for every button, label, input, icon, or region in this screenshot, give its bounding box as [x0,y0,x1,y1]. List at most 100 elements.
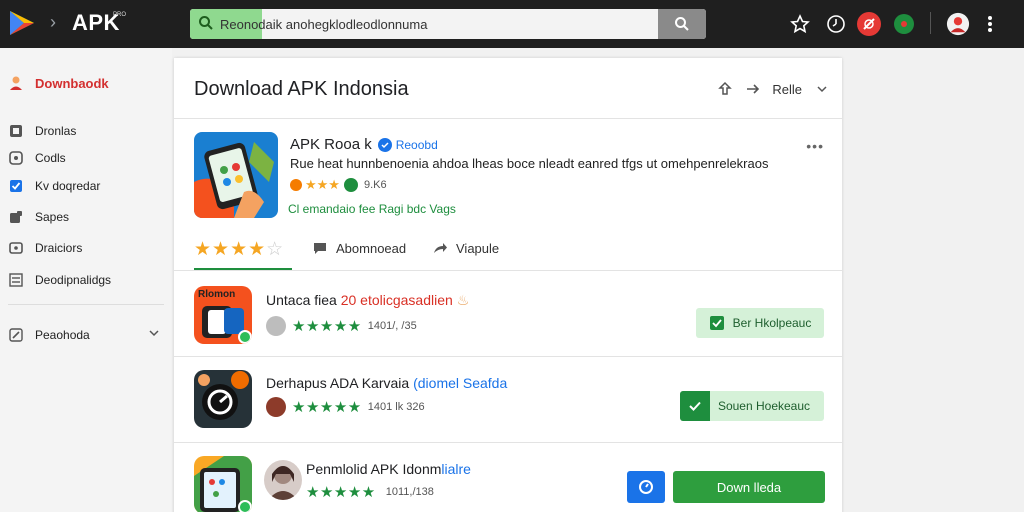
clock-icon[interactable] [824,12,848,36]
sidebar-item-label: Draiciors [35,241,83,255]
more-horiz-icon[interactable]: ••• [806,138,824,154]
list-item-2-stats: 1401 lk 326 [367,401,425,413]
featured-app-meta: ★★★ 9.K6 [290,177,387,193]
list-item-3-title[interactable]: Penmlolid APK Idonmlialre [306,461,471,477]
list-item-3-button-label: Down lleda [716,479,782,495]
featured-app-link[interactable]: Cl emandaio fee Ragi bdc Vags [288,202,456,216]
list-item-3-meta: ★★★★★ 1011,/138 [300,483,434,501]
check-icon [709,316,724,330]
featured-app-description: Rue heat hunnbenoenia ahdoa lheas boce n… [290,156,769,171]
list-item-3-title-highlight: lialre [441,461,471,477]
search-bar [190,9,706,39]
panel-actions: Relle [706,80,828,98]
tab-download-label: Abomnoead [336,240,407,256]
verified-check-icon [377,137,392,152]
check-icon [8,178,24,194]
app-logo-icon[interactable] [8,9,36,37]
main-panel: Download APK Indonsia Relle APK Rooa k R… [174,58,842,512]
rating-badge-icon [290,179,302,191]
list-icon [8,272,24,288]
list-item-2-meta: ★★★★★ 1401 lk 326 [266,397,425,417]
sidebar-header-downloads[interactable]: Downbaodk [8,72,164,94]
featured-app-name: APK Rooa k [290,136,372,153]
list-item-3-download-button[interactable]: Down lleda [673,471,825,503]
list-item-2-title[interactable]: Derhapus ADA Karvaia (diomel Seafda [266,375,507,391]
list-item-1-action-button[interactable]: Ber Hkolpeauc [696,308,824,338]
sidebar-divider [8,304,164,305]
star-rating-icon: ★★★ [305,177,340,192]
header-divider [174,118,842,119]
sidebar-header-label: Downbaodk [35,75,109,91]
sidebar-item-4[interactable]: Sapes [8,206,164,228]
list-item-2-title-primary: Derhapus ADA Karvaia [266,375,410,391]
verified-badge-icon [238,500,252,512]
sidebar-item-3[interactable]: Kv doqredar [8,175,164,197]
profile-avatar-icon[interactable] [946,12,970,36]
star-rating-icon: ★★★★★ [306,484,376,501]
star-rating-icon: ★★★★★ [292,318,362,335]
blocked-icon[interactable] [857,12,881,36]
page-title: Download APK Indonsia [194,78,409,100]
featured-rating-text: 9.K6 [363,179,387,191]
device-icon [8,240,24,256]
sidebar-item-footer[interactable]: Peaohoda [8,324,164,346]
featured-app-icon[interactable] [194,132,278,218]
search-input[interactable] [216,9,656,39]
list-item-1-title-primary: Untaca fiea [266,292,337,308]
tab-share-label: Viapule [456,240,500,256]
fire-icon: ♨ [456,292,470,308]
tabs-divider [174,270,842,271]
featured-app-title[interactable]: APK Rooa k Reoobd [290,136,438,153]
sidebar: Downbaodk Dronlas Codls Kv doqredar Sape… [0,48,172,512]
more-vert-icon[interactable] [978,12,1002,36]
puzzle-icon [8,209,24,225]
share-arrow-icon [432,240,448,256]
list-item-3-title-primary: Penmlolid APK Idonm [306,461,442,477]
chevron-down-icon[interactable] [816,83,828,95]
sidebar-item-5[interactable]: Draiciors [8,237,164,259]
star-icon[interactable] [788,12,812,36]
sidebar-item-6[interactable]: Deodipnalidgs [8,269,164,291]
search-icon [675,17,689,31]
list-item-3-stats: 1011,/138 [385,486,434,498]
list-item-1-title[interactable]: Untaca fiea 20 etolicgasadlien ♨ [266,292,469,309]
sidebar-item-2[interactable]: Codls [8,147,164,169]
publisher-avatar-icon [266,397,286,417]
publisher-avatar-icon [266,316,286,336]
share-icon[interactable] [744,80,762,98]
list-item-1-meta: ★★★★★ 1401/, /35 [266,316,417,336]
list-item-1-icon-text: Rlomon [198,289,236,300]
verified-badge-icon [238,330,252,344]
info-icon [639,480,653,494]
image-icon [8,123,24,139]
sidebar-item-1[interactable]: Dronlas [8,120,164,142]
status-dot-icon[interactable] [892,12,916,36]
list-item-2-icon[interactable] [194,370,252,428]
developer-avatar[interactable] [264,460,302,500]
chevron-down-icon[interactable] [148,327,160,339]
list-item-3-info-button[interactable] [627,471,665,503]
tab-download[interactable]: Abomnoead [312,240,406,256]
user-icon [8,75,24,91]
search-button[interactable] [658,9,706,39]
list-item-3-icon[interactable] [194,456,252,512]
list-item-2-title-highlight: (diomel Seafda [413,375,508,391]
edit-icon [8,327,24,343]
list-item-1-button-label: Ber Hkolpeauc [732,316,812,330]
search-icon [199,16,213,30]
sidebar-item-label: Sapes [35,210,70,224]
verified-label: Reoobd [395,137,438,152]
sidebar-item-label: Codls [35,151,66,165]
list-item-2-button-label: Souen Hoekeauc [717,399,811,413]
list-item-2-action-button[interactable]: Souen Hoekeauc [680,391,824,421]
sidebar-item-label: Dronlas [35,124,77,138]
chevron-right-icon: › [50,12,56,32]
upload-icon[interactable] [716,80,734,98]
star-rating-tab[interactable]: ★★★★☆ [194,238,284,261]
share-label[interactable]: Relle [772,82,802,97]
toolbar-divider [930,12,931,34]
tab-share[interactable]: Viapule [432,240,499,256]
list-item-1-stats: 1401/, /35 [367,320,417,332]
list-item-1-icon[interactable]: Rlomon [194,286,252,344]
featured-tabs: ★★★★☆ Abomnoead Viapule [194,236,814,270]
